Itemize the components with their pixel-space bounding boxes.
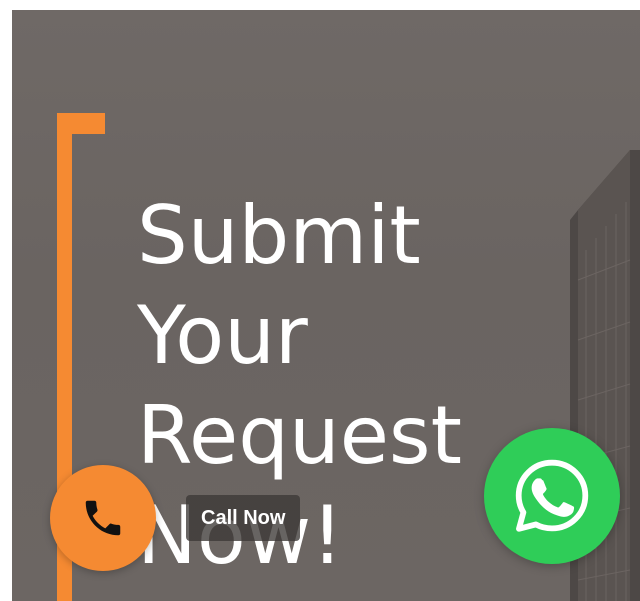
phone-icon [85, 500, 121, 536]
headline-line-2: Your [137, 289, 308, 382]
page: Submit Your Request Now! Call Now [0, 0, 640, 601]
headline-line-1: Submit [137, 189, 421, 282]
call-now-button[interactable] [50, 465, 156, 571]
headline-line-3: Request [137, 389, 462, 482]
call-now-label[interactable]: Call Now [186, 495, 301, 541]
whatsapp-button[interactable] [484, 428, 620, 564]
accent-bracket-top [57, 113, 105, 134]
whatsapp-icon [515, 459, 589, 532]
